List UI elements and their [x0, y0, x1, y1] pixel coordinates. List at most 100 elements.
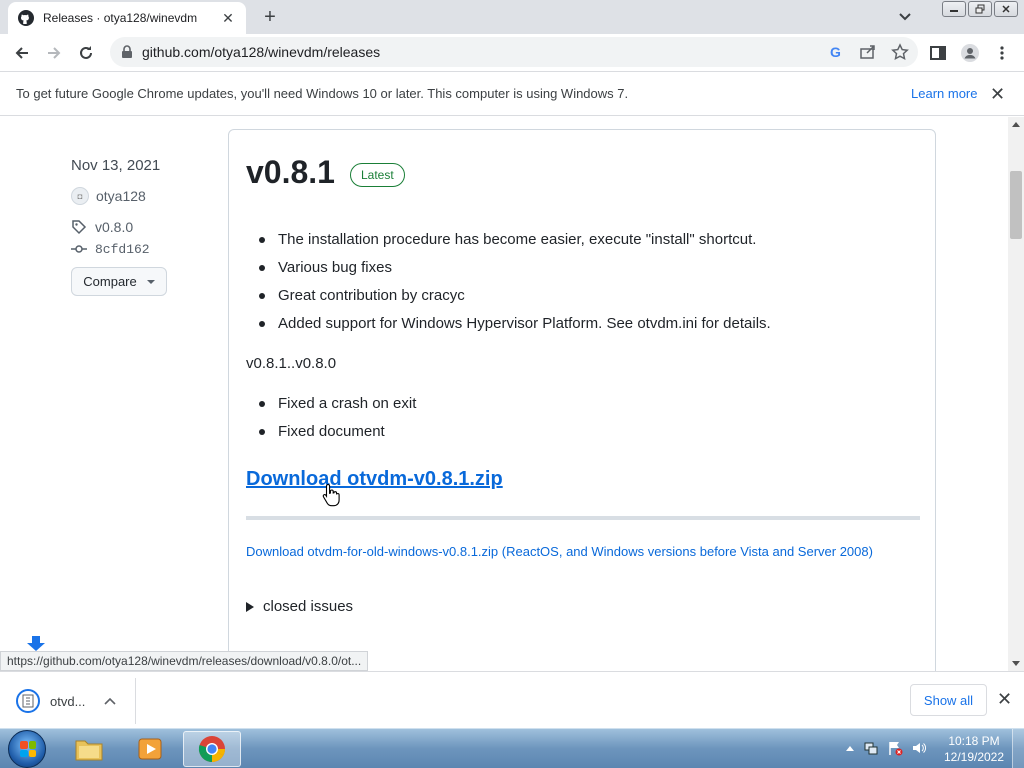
taskbar-clock[interactable]: 10:18 PM 12/19/2022: [942, 733, 1006, 765]
close-window-button[interactable]: [994, 1, 1018, 17]
clock-date: 12/19/2022: [943, 750, 1005, 764]
address-bar[interactable]: github.com/otya128/winevdm/releases G: [110, 37, 918, 67]
action-center-flag-icon[interactable]: [887, 740, 903, 756]
show-all-button[interactable]: Show all: [910, 684, 987, 716]
page-content: Nov 13, 2021 ◘ otya128 v0.8.0 8cfd162 Co…: [0, 117, 1008, 671]
shelf-close-icon[interactable]: ✕: [997, 689, 1012, 710]
side-panel-button[interactable]: [925, 40, 951, 66]
start-button[interactable]: [8, 730, 46, 768]
list-item: Various bug fixes: [259, 258, 771, 286]
release-tag[interactable]: v0.8.0: [71, 219, 133, 235]
github-icon: [18, 10, 34, 26]
taskbar-media-player[interactable]: [121, 731, 179, 767]
window-controls: [942, 1, 1018, 17]
tab-strip: Releases · otya128/winevdm ✕ +: [0, 0, 1024, 34]
clock-time: 10:18 PM: [948, 734, 1000, 748]
download-old-windows-link[interactable]: Download otvdm-for-old-windows-v0.8.1.zi…: [246, 543, 906, 561]
windows-logo-icon: [20, 741, 36, 757]
browser-toolbar: github.com/otya128/winevdm/releases G: [0, 34, 1024, 71]
release-notes-list: The installation procedure has become ea…: [259, 230, 771, 342]
divider: [246, 516, 920, 520]
hand-cursor-icon: [322, 483, 340, 507]
browser-tab[interactable]: Releases · otya128/winevdm ✕: [8, 2, 246, 34]
taskbar-chrome[interactable]: [183, 731, 241, 767]
git-commit-icon: [71, 245, 87, 253]
scroll-up-icon[interactable]: [1012, 122, 1020, 127]
tag-name[interactable]: v0.8.0: [95, 219, 133, 235]
minimize-icon: [950, 10, 958, 12]
forward-arrow-icon: [48, 47, 61, 59]
minimize-button[interactable]: [942, 1, 966, 17]
update-infobar: To get future Google Chrome updates, you…: [0, 71, 1024, 116]
author-name[interactable]: otya128: [96, 188, 146, 204]
compare-button[interactable]: Compare: [71, 267, 167, 296]
author-avatar[interactable]: ◘: [71, 187, 89, 205]
tab-close-icon[interactable]: ✕: [220, 10, 236, 26]
commit-hash[interactable]: 8cfd162: [95, 242, 150, 257]
network-icon[interactable]: [863, 740, 879, 756]
download-main-link[interactable]: Download otvdm-v0.8.1.zip: [246, 468, 503, 491]
tab-search-chevron-icon[interactable]: [894, 8, 916, 26]
download-item[interactable]: otvd...: [8, 678, 136, 724]
closed-issues-toggle[interactable]: closed issues: [246, 598, 353, 615]
latest-badge: Latest: [350, 163, 405, 187]
folder-icon: [75, 740, 103, 761]
media-player-icon: [138, 738, 162, 760]
system-tray: [845, 740, 927, 756]
show-desktop-button[interactable]: [1012, 729, 1024, 768]
google-lens-icon[interactable]: G: [826, 42, 846, 62]
back-button[interactable]: [9, 40, 35, 66]
disclosure-triangle-icon: [246, 601, 254, 612]
close-icon: [1002, 5, 1010, 13]
new-tab-button[interactable]: +: [258, 6, 282, 28]
list-item: Added support for Windows Hypervisor Pla…: [259, 314, 771, 342]
tray-expand-icon[interactable]: [845, 744, 855, 752]
zip-file-icon: [16, 689, 40, 713]
scroll-down-icon[interactable]: [1012, 661, 1020, 666]
infobar-message: To get future Google Chrome updates, you…: [16, 86, 629, 101]
vertical-scrollbar[interactable]: [1008, 117, 1024, 671]
download-animation-icon: [27, 636, 45, 651]
tab-title: Releases · otya128/winevdm: [43, 11, 198, 25]
list-item: The installation procedure has become ea…: [259, 230, 771, 258]
chevron-up-icon[interactable]: [104, 697, 116, 705]
url-text[interactable]: github.com/otya128/winevdm/releases: [142, 44, 380, 60]
release-title[interactable]: v0.8.1: [246, 154, 335, 191]
back-arrow-icon: [15, 47, 28, 59]
infobar-close-icon[interactable]: ✕: [990, 84, 1005, 105]
omnibox-actions: G: [826, 42, 910, 62]
taskbar-explorer[interactable]: [60, 731, 118, 767]
list-item: Fixed a crash on exit: [259, 394, 416, 422]
windows-taskbar: 10:18 PM 12/19/2022: [0, 728, 1024, 768]
share-icon[interactable]: [858, 42, 878, 62]
forward-button[interactable]: [41, 40, 67, 66]
download-file-name: otvd...: [50, 693, 86, 709]
reload-button[interactable]: [73, 40, 99, 66]
restore-icon: [975, 4, 985, 14]
side-panel-icon: [930, 46, 946, 60]
volume-icon[interactable]: [911, 740, 927, 756]
profile-button[interactable]: [957, 40, 983, 66]
scrollbar-thumb[interactable]: [1010, 171, 1022, 239]
compare-range: v0.8.1..v0.8.0: [246, 355, 337, 372]
restore-button[interactable]: [968, 1, 992, 17]
closed-issues-label: closed issues: [263, 598, 354, 615]
learn-more-link[interactable]: Learn more: [911, 86, 977, 101]
list-item: Fixed document: [259, 422, 416, 450]
release-author[interactable]: ◘ otya128: [71, 187, 146, 205]
caret-down-icon: [146, 279, 155, 284]
chrome-menu-button[interactable]: [989, 40, 1015, 66]
status-bubble-url: https://github.com/otya128/winevdm/relea…: [0, 651, 369, 671]
changes-list: Fixed a crash on exit Fixed document: [259, 394, 416, 450]
tag-icon: [72, 220, 87, 235]
lock-icon[interactable]: [120, 45, 134, 59]
list-item: Great contribution by cracyc: [259, 286, 771, 314]
release-commit[interactable]: 8cfd162: [71, 241, 150, 257]
bookmark-star-icon[interactable]: [890, 42, 910, 62]
release-card: v0.8.1 Latest The installation procedure…: [228, 129, 936, 671]
download-shelf: otvd... Show all ✕: [0, 671, 1024, 728]
compare-label: Compare: [83, 274, 137, 289]
kebab-menu-icon: [1000, 46, 1004, 60]
release-date: Nov 13, 2021: [71, 157, 161, 174]
profile-avatar-icon: [961, 44, 979, 62]
